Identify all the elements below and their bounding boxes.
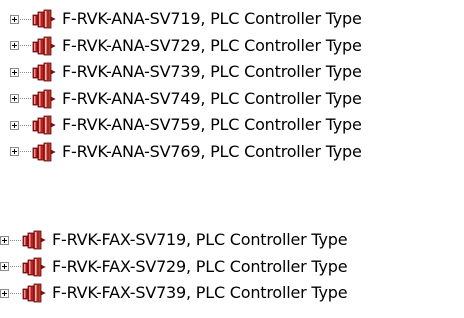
tree-node[interactable]: F-RVK-FAX-SV719, PLC Controller Type xyxy=(0,227,464,254)
plus-box-icon[interactable] xyxy=(10,41,19,51)
plus-box-icon[interactable] xyxy=(10,67,19,77)
tree-node[interactable]: F-RVK-ANA-SV769, PLC Controller Type xyxy=(10,139,464,166)
tree-node-label[interactable]: F-RVK-ANA-SV769, PLC Controller Type xyxy=(62,142,362,162)
plc-controller-icon xyxy=(32,115,56,135)
plc-controller-icon xyxy=(22,283,46,303)
tree-connector-line xyxy=(20,124,31,126)
tree-node-label[interactable]: F-RVK-ANA-SV749, PLC Controller Type xyxy=(62,89,362,109)
tree-node[interactable]: F-RVK-ANA-SV749, PLC Controller Type xyxy=(10,86,464,113)
tree-node[interactable]: F-RVK-ANA-SV719, PLC Controller Type xyxy=(10,6,464,33)
tree-connector-line xyxy=(20,18,31,20)
plus-box-icon[interactable] xyxy=(10,14,19,24)
controller-group-fax: F-RVK-FAX-SV719, PLC Controller Type F-RV… xyxy=(0,227,464,307)
tree-node[interactable]: F-RVK-ANA-SV729, PLC Controller Type xyxy=(10,33,464,60)
tree-node-label[interactable]: F-RVK-FAX-SV719, PLC Controller Type xyxy=(52,230,348,250)
tree-node-label[interactable]: F-RVK-ANA-SV719, PLC Controller Type xyxy=(62,9,362,29)
plus-box-icon[interactable] xyxy=(0,235,9,245)
plus-box-icon[interactable] xyxy=(10,147,19,157)
plus-box-icon[interactable] xyxy=(0,262,9,272)
tree-connector-line xyxy=(10,266,21,268)
tree-connector-line xyxy=(20,45,31,47)
controller-group-ana: F-RVK-ANA-SV719, PLC Controller Type F-RV… xyxy=(10,6,464,165)
plc-controller-icon xyxy=(32,9,56,29)
plc-controller-icon xyxy=(32,142,56,162)
tree-connector-line xyxy=(20,71,31,73)
tree-node[interactable]: F-RVK-ANA-SV739, PLC Controller Type xyxy=(10,59,464,86)
plc-controller-icon xyxy=(32,62,56,82)
tree-node-label[interactable]: F-RVK-ANA-SV729, PLC Controller Type xyxy=(62,36,362,56)
plus-box-icon[interactable] xyxy=(0,288,9,298)
tree-node[interactable]: F-RVK-FAX-SV729, PLC Controller Type xyxy=(0,254,464,281)
tree-node-label[interactable]: F-RVK-ANA-SV759, PLC Controller Type xyxy=(62,115,362,135)
plc-controller-icon xyxy=(32,36,56,56)
plus-box-icon[interactable] xyxy=(10,120,19,130)
tree-connector-line xyxy=(10,292,21,294)
tree-connector-line xyxy=(10,239,21,241)
plc-controller-icon xyxy=(22,257,46,277)
plc-controller-icon xyxy=(32,89,56,109)
tree-node-label[interactable]: F-RVK-ANA-SV739, PLC Controller Type xyxy=(62,62,362,82)
plus-box-icon[interactable] xyxy=(10,94,19,104)
plc-controller-icon xyxy=(22,230,46,250)
tree-node[interactable]: F-RVK-FAX-SV739, PLC Controller Type xyxy=(0,280,464,307)
tree-connector-line xyxy=(20,98,31,100)
tree-connector-line xyxy=(20,151,31,153)
tree-node-label[interactable]: F-RVK-FAX-SV739, PLC Controller Type xyxy=(52,283,348,303)
tree-node-label[interactable]: F-RVK-FAX-SV729, PLC Controller Type xyxy=(52,257,348,277)
tree-node[interactable]: F-RVK-ANA-SV759, PLC Controller Type xyxy=(10,112,464,139)
